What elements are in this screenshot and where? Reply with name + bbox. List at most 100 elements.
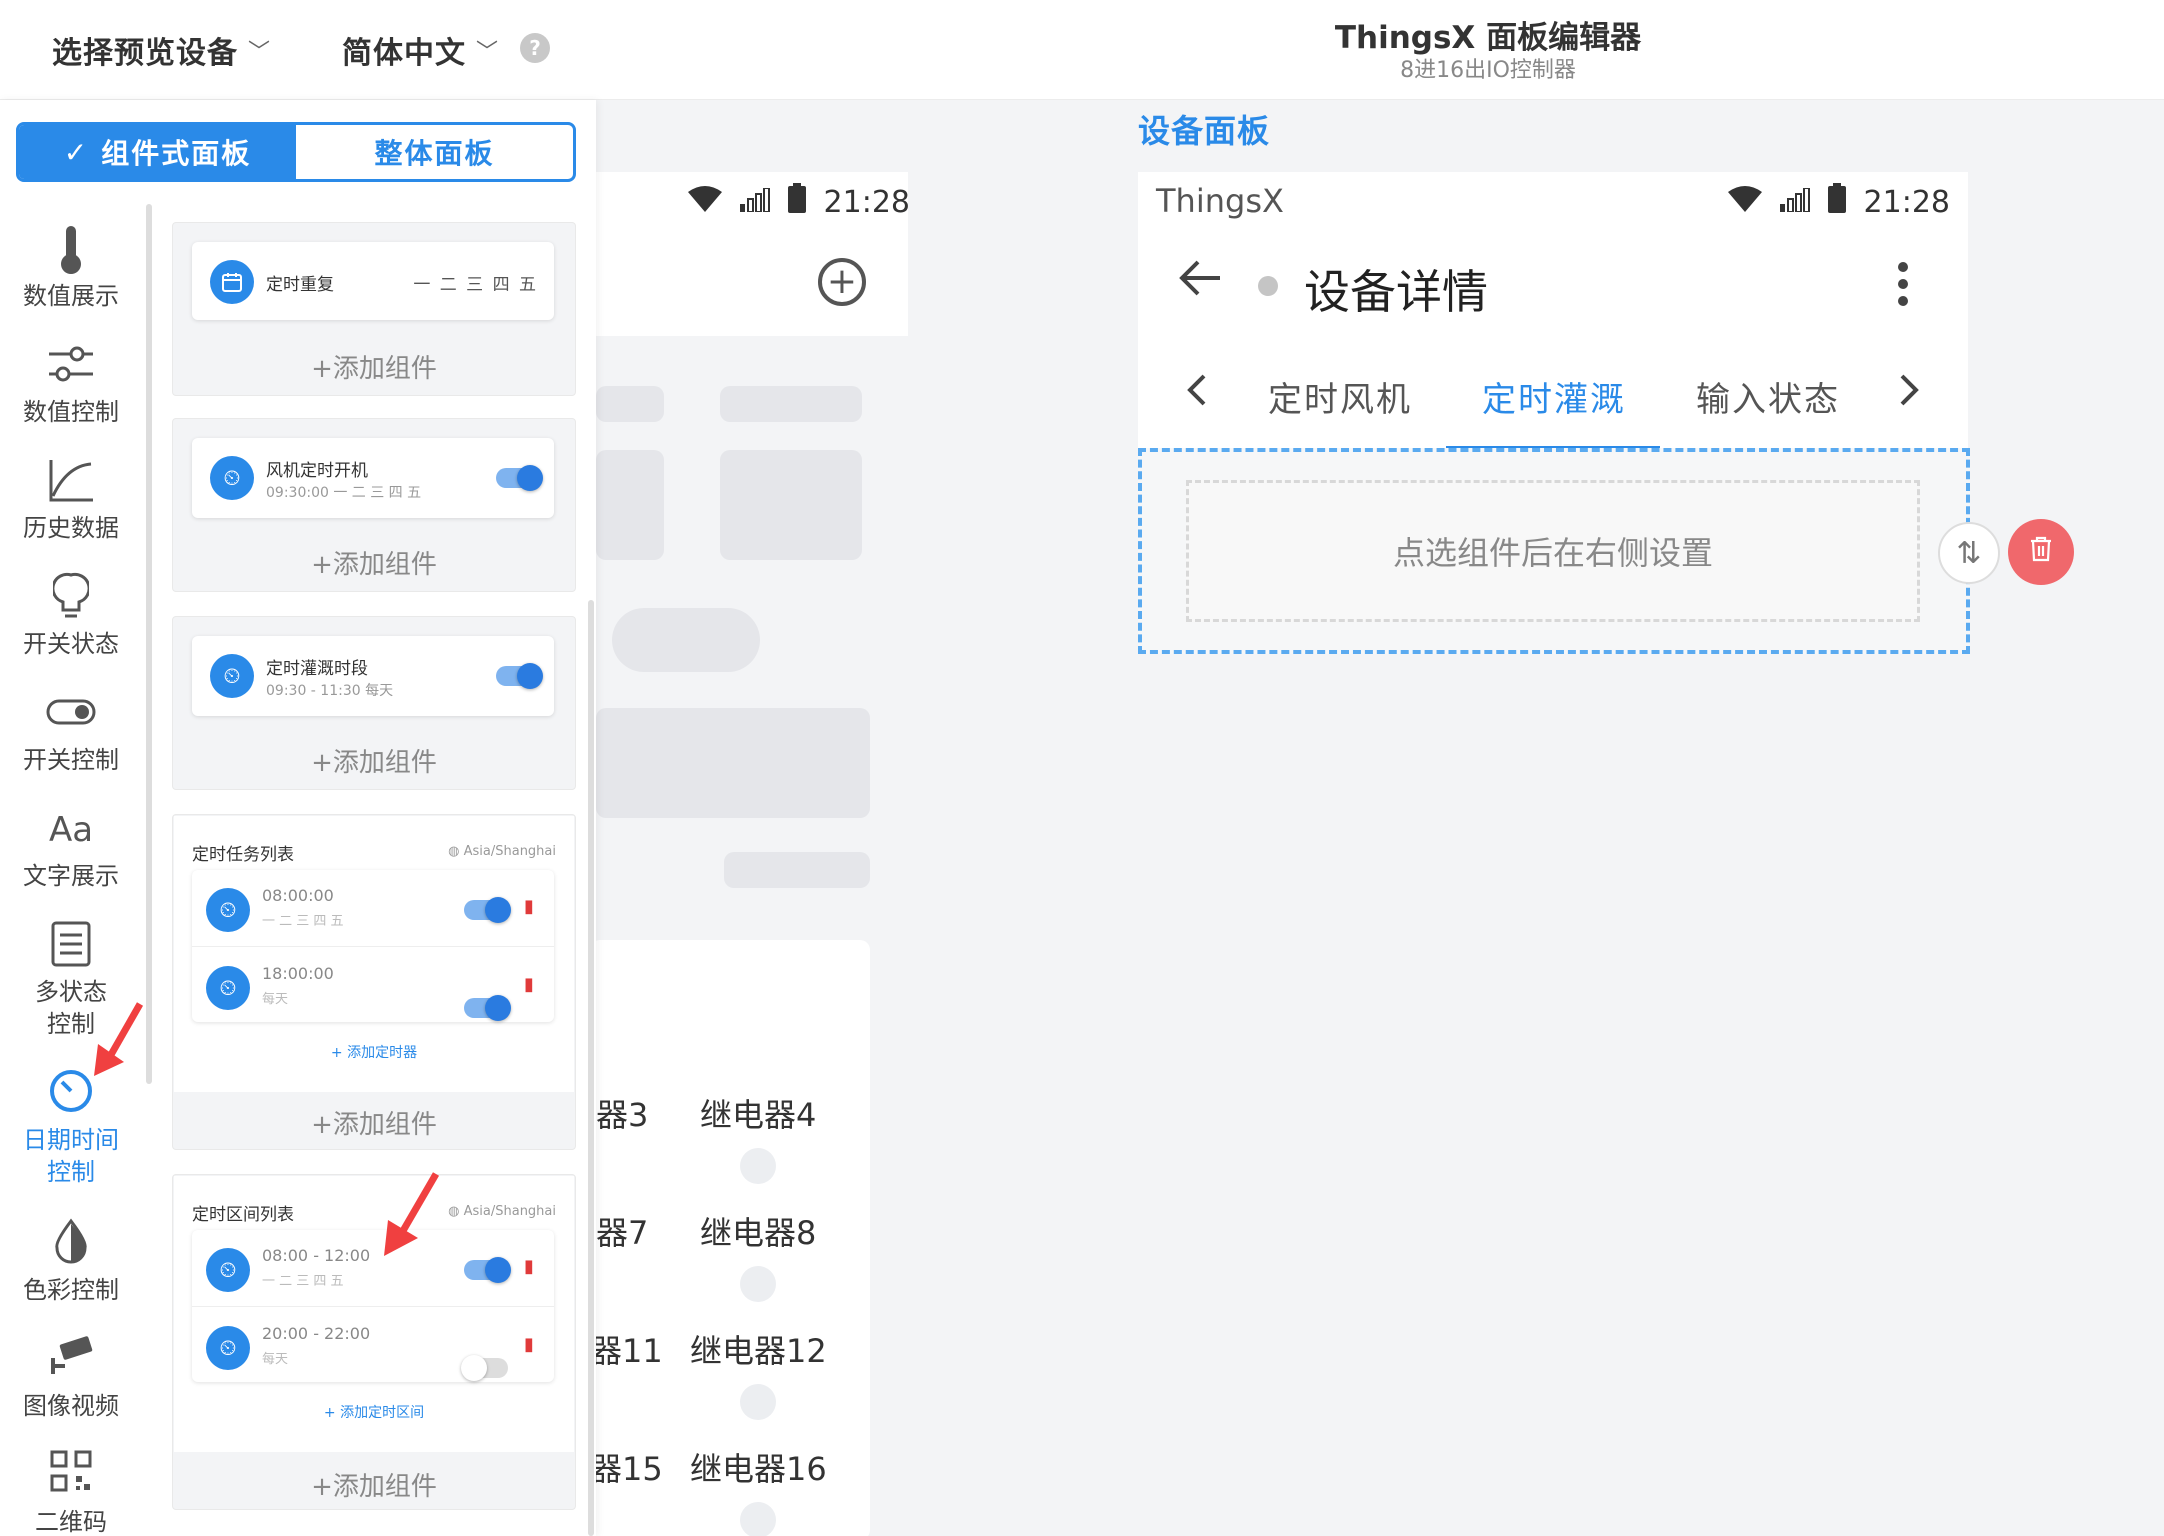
tab-input-status[interactable]: 输入状态 bbox=[1696, 372, 1840, 421]
add-component-button[interactable]: +添加组件 bbox=[172, 742, 576, 779]
language-dropdown[interactable]: 简体中文 ﹀ bbox=[342, 28, 499, 72]
add-component-button[interactable]: +添加组件 bbox=[172, 544, 576, 581]
relay-indicator[interactable] bbox=[740, 1148, 776, 1184]
globe-icon: ◍ bbox=[448, 1204, 464, 1219]
trash-icon[interactable]: ▮ bbox=[524, 1256, 534, 1277]
add-circle-icon[interactable]: + bbox=[818, 258, 866, 306]
fan-timer-widget[interactable]: ⏲ 风机定时开机 09:30:00 一 二 三 四 五 bbox=[192, 438, 554, 518]
task-list-widget[interactable]: 定时任务列表 ◍ Asia/Shanghai ⏲ 08:00:00 一 二 三 … bbox=[174, 816, 574, 1092]
trash-icon[interactable]: ▮ bbox=[524, 974, 534, 995]
add-component-button[interactable]: +添加组件 bbox=[172, 1466, 576, 1503]
range-days: 一 二 三 四 五 bbox=[262, 1274, 344, 1289]
task-toggle[interactable] bbox=[464, 995, 511, 1021]
signal-icon bbox=[739, 185, 770, 220]
list-doc-icon bbox=[0, 920, 142, 972]
category-label: 数值展示 bbox=[23, 282, 119, 310]
trash-icon[interactable]: ▮ bbox=[524, 1334, 534, 1355]
skeleton-block bbox=[720, 450, 862, 560]
status-dot bbox=[1258, 276, 1278, 296]
swap-order-button[interactable]: ⇅ bbox=[1938, 522, 2000, 584]
skeleton-pill bbox=[612, 608, 760, 672]
category-image-video[interactable]: 图像视频 bbox=[0, 1334, 142, 1422]
relay-indicator[interactable] bbox=[740, 1384, 776, 1420]
empty-placeholder[interactable]: 点选组件后在右侧设置 bbox=[1186, 480, 1920, 622]
relay-label: 继电器8 bbox=[700, 1214, 817, 1252]
sliders-icon bbox=[0, 340, 142, 392]
relay-label: 器15 bbox=[590, 1450, 663, 1488]
skeleton-block bbox=[596, 450, 664, 560]
chevron-down-icon: ﹀ bbox=[248, 40, 272, 65]
line-chart-icon bbox=[0, 456, 142, 508]
timer-icon: ⏲ bbox=[210, 654, 254, 698]
weekday-selector[interactable]: 一 二 三 四 五 bbox=[413, 270, 538, 295]
category-qrcode[interactable]: 二维码 bbox=[0, 1450, 142, 1536]
divider bbox=[192, 1306, 554, 1307]
device-panel-label: 设备面板 bbox=[1138, 112, 1271, 150]
page-title: ThingsX 面板编辑器 bbox=[1334, 20, 1642, 56]
camera-icon bbox=[0, 1334, 142, 1386]
relay-indicator[interactable] bbox=[740, 1502, 776, 1536]
irrigation-period-widget[interactable]: ⏲ 定时灌溉时段 09:30 - 11:30 每天 bbox=[192, 636, 554, 716]
more-menu-icon[interactable] bbox=[1898, 262, 1908, 306]
tab-timer-fan[interactable]: 定时风机 bbox=[1268, 372, 1412, 421]
relay-indicator[interactable] bbox=[740, 1266, 776, 1302]
range-list-items: ⏲ 08:00 - 12:00 一 二 三 四 五 ▮ ⏲ 20:00 - 22… bbox=[192, 1230, 554, 1382]
preview-status-bar: 21:28 bbox=[660, 180, 910, 224]
widget-subtitle: 09:30 - 11:30 每天 bbox=[266, 683, 394, 699]
device-clock: 21:28 bbox=[1863, 184, 1950, 220]
timezone-label: ◍ Asia/Shanghai bbox=[448, 1204, 556, 1219]
range-list-title: 定时区间列表 bbox=[192, 1205, 294, 1225]
top-bar bbox=[0, 0, 2164, 100]
range-toggle[interactable] bbox=[461, 1355, 508, 1381]
category-history[interactable]: 历史数据 bbox=[0, 456, 142, 544]
add-range-link[interactable]: + 添加定时区间 bbox=[174, 1402, 574, 1422]
component-panel-label: 组件式面板 bbox=[101, 137, 252, 170]
timezone-text: Asia/Shanghai bbox=[463, 1204, 556, 1219]
task-toggle[interactable] bbox=[464, 897, 511, 923]
category-text-display[interactable]: Aa 文字展示 bbox=[0, 804, 142, 892]
back-arrow-icon[interactable] bbox=[1178, 254, 1222, 310]
timer-icon: ⏲ bbox=[206, 1326, 250, 1370]
category-label: 开关控制 bbox=[23, 746, 119, 774]
device-status-bar: 21:28 bbox=[1700, 180, 1950, 224]
timer-repeat-widget[interactable]: 定时重复 一 二 三 四 五 bbox=[192, 242, 554, 320]
panel-mode-toggle: ✓ 组件式面板 整体面板 bbox=[16, 122, 576, 182]
component-scrollbar[interactable] bbox=[588, 600, 594, 1536]
fan-timer-toggle[interactable] bbox=[496, 465, 543, 491]
add-component-button[interactable]: +添加组件 bbox=[172, 348, 576, 385]
category-label: 二维码 bbox=[35, 1508, 107, 1536]
category-switch-control[interactable]: 开关控制 bbox=[0, 688, 142, 776]
task-days: 每天 bbox=[262, 992, 289, 1007]
help-icon[interactable]: ? bbox=[520, 33, 550, 63]
skeleton-block bbox=[720, 386, 862, 422]
delete-button[interactable] bbox=[2008, 519, 2074, 585]
range-list-widget[interactable]: 定时区间列表 ◍ Asia/Shanghai ⏲ 08:00 - 12:00 一… bbox=[174, 1176, 574, 1452]
category-value-control[interactable]: 数值控制 bbox=[0, 340, 142, 428]
widget-subtitle: 09:30:00 一 二 三 四 五 bbox=[266, 485, 422, 501]
whole-panel-label: 整体面板 bbox=[374, 137, 495, 170]
add-timer-link[interactable]: + 添加定时器 bbox=[174, 1042, 574, 1062]
preview-clock: 21:28 bbox=[823, 184, 910, 220]
trash-icon[interactable]: ▮ bbox=[524, 896, 534, 917]
component-panel-tab[interactable]: ✓ 组件式面板 bbox=[19, 125, 296, 179]
category-switch-status[interactable]: 开关状态 bbox=[0, 572, 142, 660]
category-datetime-control[interactable]: 日期时间控制 bbox=[0, 1068, 142, 1188]
category-scrollbar[interactable] bbox=[146, 204, 152, 1084]
range-toggle[interactable] bbox=[464, 1257, 511, 1283]
category-color-control[interactable]: 色彩控制 bbox=[0, 1218, 142, 1306]
relay-label: 继电器12 bbox=[690, 1332, 827, 1370]
battery-icon bbox=[787, 183, 806, 221]
device-select-dropdown[interactable]: 选择预览设备 ﹀ bbox=[52, 28, 271, 72]
add-component-button[interactable]: +添加组件 bbox=[172, 1104, 576, 1141]
tab-next-icon[interactable] bbox=[1898, 372, 1920, 417]
tab-timer-irrigation[interactable]: 定时灌溉 bbox=[1482, 372, 1626, 421]
relay-label: 继电器16 bbox=[690, 1450, 827, 1488]
task-days: 一 二 三 四 五 bbox=[262, 914, 344, 929]
tab-prev-icon[interactable] bbox=[1186, 372, 1208, 417]
range-days: 每天 bbox=[262, 1352, 289, 1367]
category-value-display[interactable]: 数值展示 bbox=[0, 224, 142, 312]
skeleton-block bbox=[724, 852, 870, 888]
whole-panel-tab[interactable]: 整体面板 bbox=[296, 125, 573, 179]
irrigation-toggle[interactable] bbox=[496, 663, 543, 689]
text-aa-icon: Aa bbox=[48, 810, 94, 850]
